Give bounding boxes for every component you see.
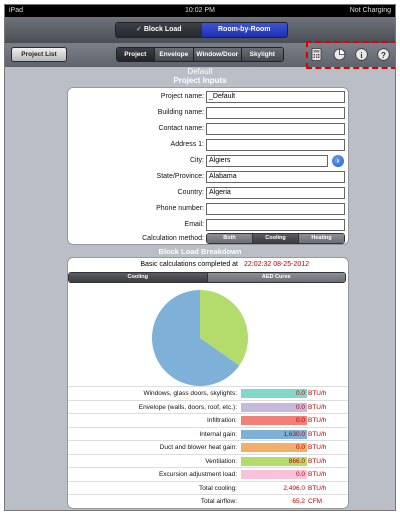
total-row: Total cooling: 2,496.0 BTU/h <box>68 480 348 494</box>
tab-room-by-room[interactable]: Room-by-Room <box>201 23 287 37</box>
form-row: Email: <box>68 219 348 232</box>
load-row: Infiltration: 0.0 BTU/h <box>68 413 348 426</box>
form-row: Contact name: <box>68 123 348 136</box>
project-name-field[interactable]: _Default <box>206 91 345 103</box>
breakdown-tabs: Cooling AED Curve <box>68 272 346 283</box>
status-bar: iPad 10:02 PM Not Charging <box>5 5 395 17</box>
load-label: Duct and blower heat gain: <box>159 444 237 451</box>
mode-bar: ✓ Block Load Room-by-Room <box>5 17 395 43</box>
field-label: City: <box>190 157 204 164</box>
load-unit: BTU/h <box>308 444 327 451</box>
calc-method-both[interactable]: Both <box>207 234 252 243</box>
load-row: Envelope (walls, doors, roof, etc.): 0.0 B… <box>68 399 348 413</box>
state-province-field[interactable]: Alabama <box>206 171 345 183</box>
load-value: 0.0 <box>241 389 307 398</box>
city-field[interactable]: Algiers <box>206 155 328 167</box>
project-inputs-panel: Project name: _Default Building name: Conta… <box>67 87 349 245</box>
total-unit: BTU/h <box>308 484 327 492</box>
load-row: Internal gain: 1,630.0 BTU/h <box>68 426 348 440</box>
form-row: Project name: _Default <box>68 91 348 104</box>
page-title: Default Project Inputs <box>5 67 395 85</box>
field-label: Project name: <box>160 93 204 100</box>
load-value: 866.0 <box>241 456 307 466</box>
total-value: 65.2 <box>292 498 305 505</box>
load-unit: BTU/h <box>308 471 327 478</box>
field-label: Phone number: <box>156 205 204 212</box>
breakdown-title: Block Load Breakdown <box>158 247 242 256</box>
form-row: Phone number: <box>68 203 348 216</box>
total-value: 2,496.0 <box>283 484 305 492</box>
tab-aed-curve[interactable]: AED Curve <box>206 273 345 282</box>
load-label: Ventilation: <box>205 457 237 465</box>
load-unit: BTU/h <box>308 417 327 424</box>
load-label: Internal gain: <box>199 430 237 438</box>
check-icon: ✓ <box>135 26 142 33</box>
form-row: Building name: <box>68 107 348 120</box>
form-row: Country: Algeria <box>68 187 348 200</box>
form-row: State/Province: Alabama <box>68 171 348 184</box>
field-label: State/Province: <box>156 173 204 180</box>
section-tabs: Project Envelope Window/Door Skylight <box>116 47 284 62</box>
calc-method-control: Both Cooling Heating <box>206 233 345 244</box>
load-pie-chart <box>152 290 249 386</box>
total-row: Total airflow: 65.2 CFM <box>68 494 348 507</box>
load-value: 0.0 <box>241 416 307 425</box>
field-label: Contact name: <box>158 125 204 132</box>
tab-block-load[interactable]: ✓ Block Load <box>116 23 202 37</box>
tab-cooling-breakdown[interactable]: Cooling <box>69 273 207 282</box>
calc-method-label: Calculation method: <box>142 235 204 242</box>
form-row: City: Algiers › <box>68 155 348 168</box>
breakdown-panel: Basic calculations completed at 22:02:32… <box>67 257 349 509</box>
calc-status-time: 22:02:32 08-25-2012 <box>244 261 309 268</box>
section-title: Project Inputs <box>173 76 227 85</box>
calc-status-label: Basic calculations completed at <box>140 261 238 268</box>
tab-window-door[interactable]: Window/Door <box>193 48 241 61</box>
load-unit: BTU/h <box>308 457 327 465</box>
email-field[interactable] <box>206 219 345 231</box>
calc-method-row: Calculation method: Both Cooling Heating <box>68 233 348 246</box>
load-value: 0.0 <box>241 402 307 412</box>
load-unit: BTU/h <box>308 403 327 411</box>
load-label: Excursion adjustment load: <box>158 471 237 478</box>
tab-skylight[interactable]: Skylight <box>240 48 283 61</box>
battery-status: Not Charging <box>349 7 391 14</box>
building-name-field[interactable] <box>206 107 345 119</box>
total-unit: CFM <box>308 498 323 505</box>
load-value: 0.0 <box>241 470 307 479</box>
tab-project[interactable]: Project <box>117 48 154 61</box>
project-list-button[interactable]: Project List <box>11 47 67 62</box>
form-row: Address 1: <box>68 139 348 152</box>
load-row: Windows, glass doors, skylights: 0.0 BTU/h <box>68 386 348 399</box>
disclosure-arrow-icon[interactable]: › <box>332 155 344 167</box>
mode-segmented-control: ✓ Block Load Room-by-Room <box>115 22 288 38</box>
load-label: Infiltration: <box>207 417 237 424</box>
calc-method-heating[interactable]: Heating <box>298 234 344 243</box>
calc-method-cooling[interactable]: Cooling <box>252 234 298 243</box>
load-row: Excursion adjustment load: 0.0 BTU/h <box>68 467 348 480</box>
total-label: Total airflow: <box>200 498 237 505</box>
address-1-field[interactable] <box>206 139 345 151</box>
load-unit: BTU/h <box>308 390 327 397</box>
load-value: 0.0 <box>241 443 307 452</box>
tab-envelope[interactable]: Envelope <box>153 48 194 61</box>
load-unit: BTU/h <box>308 430 327 438</box>
load-row: Ventilation: 866.0 BTU/h <box>68 453 348 467</box>
load-row: Duct and blower heat gain: 0.0 BTU/h <box>68 440 348 453</box>
field-label: Email: <box>184 221 204 228</box>
load-label: Envelope (walls, doors, roof, etc.): <box>138 403 237 411</box>
load-value: 1,630.0 <box>241 429 307 439</box>
field-label: Country: <box>177 189 204 196</box>
field-label: Address 1: <box>170 141 204 148</box>
field-label: Building name: <box>157 109 204 116</box>
country-field[interactable]: Algeria <box>206 187 345 199</box>
contact-name-field[interactable] <box>206 123 345 135</box>
total-label: Total cooling: <box>199 484 237 492</box>
load-label: Windows, glass doors, skylights: <box>143 390 237 397</box>
highlight-annotation <box>306 41 395 69</box>
app-window: iPad 10:02 PM Not Charging ✓ Block Load R… <box>4 4 396 511</box>
project-title: Default <box>187 67 213 76</box>
phone-number-field[interactable] <box>206 203 345 215</box>
clock: 10:02 PM <box>185 7 215 14</box>
page-indicator <box>5 510 395 511</box>
